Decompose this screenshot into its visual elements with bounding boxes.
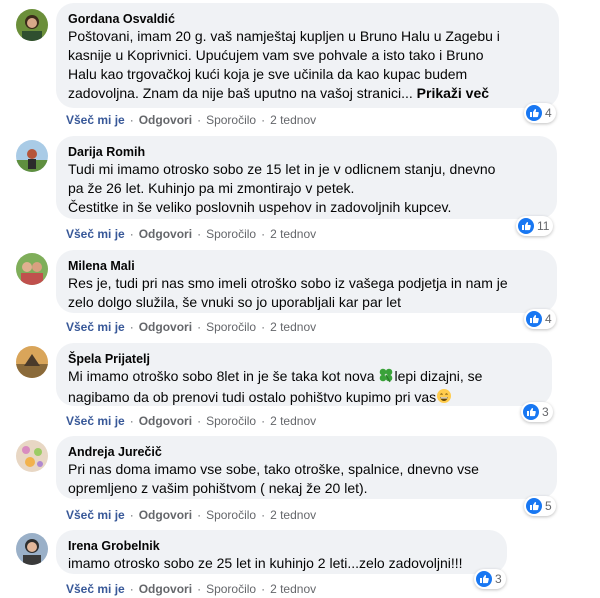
separator: · — [129, 414, 134, 428]
separator: · — [129, 320, 134, 334]
like-button[interactable]: Všeč mi je — [66, 113, 125, 127]
separator: · — [197, 227, 202, 241]
like-count: 3 — [542, 405, 549, 419]
share-button[interactable]: Sporočilo — [206, 582, 256, 596]
separator: · — [261, 227, 266, 241]
reply-button[interactable]: Odgovori — [139, 414, 192, 428]
comment-text: Mi imamo otroško sobo 8let in je še taka… — [68, 367, 540, 409]
comment-text: Tudi mi imamo otrosko sobo ze 15 let in … — [68, 161, 496, 215]
comment-author[interactable]: Milena Mali — [68, 258, 545, 274]
reply-button[interactable]: Odgovori — [139, 113, 192, 127]
like-count: 4 — [545, 312, 552, 326]
reaction-count[interactable]: 3 — [521, 402, 553, 422]
like-icon — [526, 105, 542, 121]
comment-author[interactable]: Gordana Osvaldić — [68, 11, 547, 27]
like-button[interactable]: Všeč mi je — [66, 508, 125, 522]
like-count: 3 — [495, 572, 502, 586]
avatar[interactable] — [16, 9, 48, 41]
separator: · — [129, 582, 134, 596]
timestamp[interactable]: 2 tednov — [270, 320, 316, 334]
like-count: 11 — [537, 219, 550, 233]
share-button[interactable]: Sporočilo — [206, 414, 256, 428]
comment-actions: Všeč mi je · Odgovori · Sporočilo · 2 te… — [66, 113, 316, 127]
like-icon — [476, 571, 492, 587]
reply-button[interactable]: Odgovori — [139, 582, 192, 596]
separator: · — [261, 113, 266, 127]
comment-actions: Všeč mi je · Odgovori · Sporočilo · 2 te… — [66, 508, 316, 522]
reaction-count[interactable]: 5 — [524, 496, 556, 516]
like-icon — [523, 404, 539, 420]
comment-actions: Všeč mi je · Odgovori · Sporočilo · 2 te… — [66, 414, 316, 428]
like-icon — [526, 498, 542, 514]
comment-text: Res je, tudi pri nas smo imeli otroško s… — [68, 275, 508, 310]
timestamp[interactable]: 2 tednov — [270, 227, 316, 241]
separator: · — [129, 113, 134, 127]
comment-actions: Všeč mi je · Odgovori · Sporočilo · 2 te… — [66, 227, 316, 241]
reply-button[interactable]: Odgovori — [139, 320, 192, 334]
like-button[interactable]: Všeč mi je — [66, 582, 125, 596]
comment-text: Pri nas doma imamo vse sobe, tako otrošk… — [68, 461, 479, 496]
separator: · — [197, 414, 202, 428]
comment-actions: Všeč mi je · Odgovori · Sporočilo · 2 te… — [66, 320, 316, 334]
four-leaf-clover-icon — [378, 367, 394, 388]
comment-text: Poštovani, imam 20 g. vaš namještaj kupl… — [68, 28, 500, 101]
grinning-face-icon — [436, 388, 452, 409]
comment-bubble: Andreja Jurečič Pri nas doma imamo vse s… — [56, 436, 557, 499]
comment-bubble: Špela Prijatelj Mi imamo otroško sobo 8l… — [56, 343, 552, 406]
reaction-count[interactable]: 3 — [474, 569, 506, 589]
comment-author[interactable]: Irena Grobelnik — [68, 538, 495, 554]
timestamp[interactable]: 2 tednov — [270, 582, 316, 596]
avatar[interactable] — [16, 253, 48, 285]
share-button[interactable]: Sporočilo — [206, 320, 256, 334]
timestamp[interactable]: 2 tednov — [270, 414, 316, 428]
like-button[interactable]: Všeč mi je — [66, 320, 125, 334]
share-button[interactable]: Sporočilo — [206, 508, 256, 522]
separator: · — [261, 582, 266, 596]
like-button[interactable]: Všeč mi je — [66, 414, 125, 428]
comment-author[interactable]: Andreja Jurečič — [68, 444, 545, 460]
show-more-link[interactable]: Prikaži več — [417, 85, 489, 101]
avatar[interactable] — [16, 440, 48, 472]
reply-button[interactable]: Odgovori — [139, 227, 192, 241]
separator: · — [261, 508, 266, 522]
comment-bubble: Irena Grobelnik imamo otrosko sobo ze 25… — [56, 530, 507, 574]
separator: · — [261, 414, 266, 428]
separator: · — [197, 320, 202, 334]
like-count: 4 — [545, 106, 552, 120]
comment-bubble: Gordana Osvaldić Poštovani, imam 20 g. v… — [56, 3, 559, 108]
like-icon — [526, 311, 542, 327]
share-button[interactable]: Sporočilo — [206, 227, 256, 241]
comment-bubble: Darija Romih Tudi mi imamo otrosko sobo … — [56, 136, 557, 219]
timestamp[interactable]: 2 tednov — [270, 508, 316, 522]
reaction-count[interactable]: 4 — [524, 103, 556, 123]
separator: · — [129, 508, 134, 522]
like-count: 5 — [545, 499, 552, 513]
separator: · — [197, 508, 202, 522]
share-button[interactable]: Sporočilo — [206, 113, 256, 127]
reaction-count[interactable]: 11 — [516, 216, 554, 236]
separator: · — [129, 227, 134, 241]
timestamp[interactable]: 2 tednov — [270, 113, 316, 127]
separator: · — [197, 113, 202, 127]
avatar[interactable] — [16, 140, 48, 172]
like-button[interactable]: Všeč mi je — [66, 227, 125, 241]
separator: · — [261, 320, 266, 334]
comment-actions: Všeč mi je · Odgovori · Sporočilo · 2 te… — [66, 582, 316, 596]
comment-author[interactable]: Darija Romih — [68, 144, 545, 160]
avatar[interactable] — [16, 346, 48, 378]
comment-text: imamo otrosko sobo ze 25 let in kuhinjo … — [68, 555, 463, 571]
separator: · — [197, 582, 202, 596]
reaction-count[interactable]: 4 — [524, 309, 556, 329]
avatar[interactable] — [16, 533, 48, 565]
comment-bubble: Milena Mali Res je, tudi pri nas smo ime… — [56, 250, 557, 313]
reply-button[interactable]: Odgovori — [139, 508, 192, 522]
like-icon — [518, 218, 534, 234]
comment-author[interactable]: Špela Prijatelj — [68, 351, 540, 367]
